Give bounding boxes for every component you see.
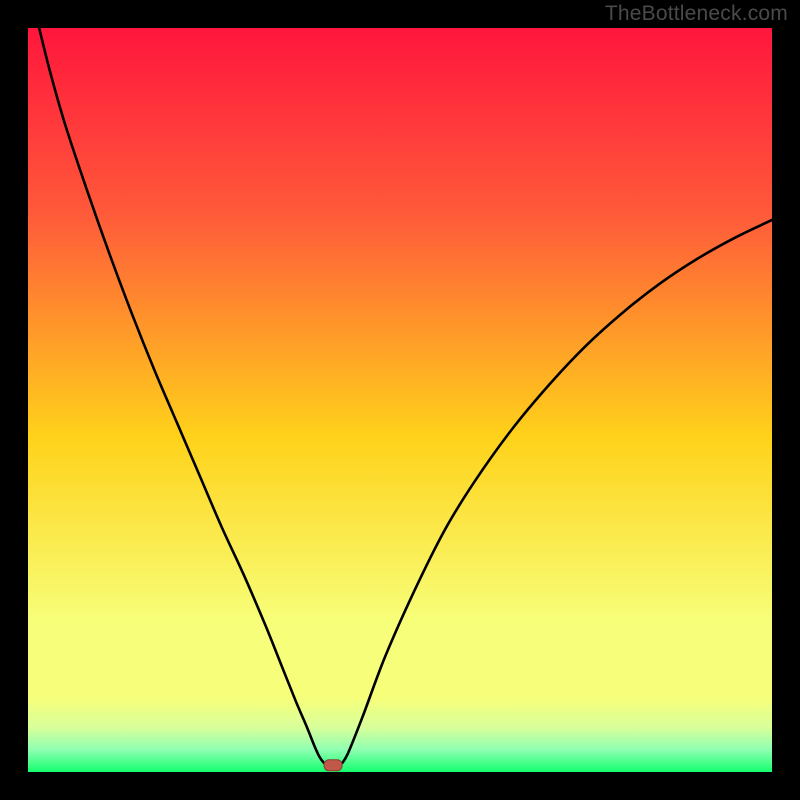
bottleneck-chart — [28, 28, 772, 772]
gradient-background — [28, 28, 772, 772]
plot-area — [28, 28, 772, 772]
watermark-text: TheBottleneck.com — [605, 2, 788, 26]
page-root: TheBottleneck.com — [0, 0, 800, 800]
minimum-marker — [324, 760, 342, 771]
